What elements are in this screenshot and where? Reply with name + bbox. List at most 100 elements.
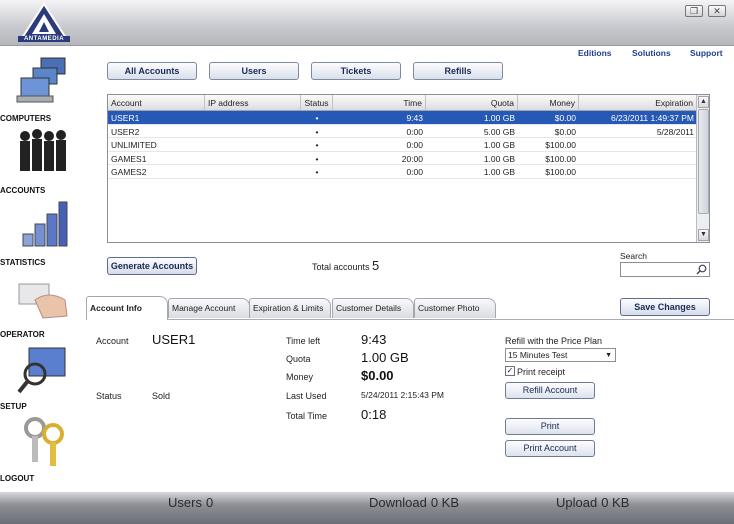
scroll-down-icon[interactable]: ▼ (698, 229, 709, 241)
money-label: Money (286, 372, 314, 382)
cell-money: $100.00 (545, 140, 576, 150)
cell-money: $100.00 (545, 167, 576, 177)
column-header-ip[interactable]: IP address (205, 95, 301, 110)
sidebar-item-logout[interactable]: LOGOUT (0, 414, 86, 483)
column-header-money[interactable]: Money (518, 95, 579, 110)
computers-icon (16, 57, 66, 103)
users-button[interactable]: Users (209, 62, 299, 80)
users-status-label: Users (168, 495, 202, 510)
sidebar-item-setup[interactable]: SETUP (0, 342, 86, 411)
cell-expiration (579, 152, 697, 165)
editions-link[interactable]: Editions (578, 48, 612, 58)
table-body: USER1 • 9:43 1.00 GB $0.00 6/23/2011 1:49:37 … (108, 111, 709, 179)
table-row[interactable]: USER2 • 0:00 5.00 GB $0.00 5/28/2011 (108, 125, 709, 138)
cell-ip (205, 152, 301, 165)
cell-expiration (579, 165, 697, 178)
sidebar-label-computers: COMPUTERS (0, 114, 52, 123)
support-link[interactable]: Support (690, 48, 723, 58)
close-button[interactable]: ✕ (708, 5, 726, 17)
column-header-status[interactable]: Status (301, 95, 333, 110)
upload-status-value: 0 KB (601, 495, 630, 510)
column-header-quota[interactable]: Quota (426, 95, 518, 110)
chevron-down-icon[interactable]: ▼ (605, 350, 612, 362)
cell-quota: 5.00 GB (483, 126, 515, 137)
cell-status: • (315, 167, 319, 177)
refill-account-button[interactable]: Refill Account (505, 382, 595, 399)
print-account-button[interactable]: Print Account (505, 440, 595, 457)
price-plan-select[interactable]: 15 Minutes Test ▼ (505, 348, 616, 362)
restore-icon: ❐ (689, 6, 699, 16)
solutions-link[interactable]: Solutions (632, 48, 671, 58)
table-row[interactable]: GAMES1 • 20:00 1.00 GB $100.00 (108, 152, 709, 165)
all-accounts-button[interactable]: All Accounts (107, 62, 197, 80)
sidebar-item-accounts[interactable]: ACCOUNTS (0, 126, 86, 195)
refills-button[interactable]: Refills (413, 62, 503, 80)
status-value: Sold (152, 391, 171, 401)
table-scrollbar[interactable]: ▲ ▼ (696, 95, 709, 242)
tab-customer-photo[interactable]: Customer Photo (414, 298, 496, 318)
tickets-button[interactable]: Tickets (311, 62, 401, 80)
total-time-value: 0:18 (361, 407, 387, 422)
download-status-label: Download (369, 495, 427, 510)
sidebar-item-statistics[interactable]: STATISTICS (0, 198, 86, 267)
table-header: Account IP address Status Time Quota Mon… (108, 95, 709, 111)
column-header-expiration[interactable]: Expiration (579, 95, 697, 110)
tab-expiration-limits[interactable]: Expiration & Limits (249, 298, 331, 318)
cell-quota: 1.00 GB (483, 153, 515, 164)
status-bar: Users 0 Download 0 KB Upload 0 KB (0, 492, 734, 524)
refill-plan-label: Refill with the Price Plan (505, 336, 603, 346)
cell-account: USER2 (111, 126, 140, 137)
column-header-account[interactable]: Account (108, 95, 205, 110)
account-label: Account (96, 336, 129, 346)
cell-time: 0:00 (406, 126, 423, 137)
cell-expiration (579, 138, 697, 151)
table-row[interactable]: GAMES2 • 0:00 1.00 GB $100.00 (108, 165, 709, 179)
accounts-table[interactable]: Account IP address Status Time Quota Mon… (107, 94, 710, 243)
sidebar-item-computers[interactable]: COMPUTERS (0, 54, 86, 123)
sidebar-label-logout: LOGOUT (0, 474, 35, 483)
tab-manage-account[interactable]: Manage Account (168, 298, 250, 318)
cell-ip (205, 125, 301, 138)
print-button[interactable]: Print (505, 418, 595, 435)
time-left-label: Time left (286, 336, 321, 346)
restore-button[interactable]: ❐ (685, 5, 703, 17)
save-changes-button[interactable]: Save Changes (620, 298, 710, 316)
tab-customer-details[interactable]: Customer Details (332, 298, 414, 318)
print-receipt-label: Print receipt (517, 367, 566, 377)
cell-time: 0:00 (406, 140, 423, 150)
table-row[interactable]: UNLIMITED • 0:00 1.00 GB $100.00 (108, 138, 709, 152)
search-input[interactable] (620, 262, 710, 277)
cell-ip (205, 165, 301, 178)
scroll-thumb[interactable] (698, 109, 709, 214)
print-receipt-checkbox[interactable]: ✓ (505, 366, 515, 376)
cell-money: $0.00 (554, 126, 576, 137)
search-icon[interactable] (696, 264, 707, 275)
tab-account-info[interactable]: Account Info (86, 296, 168, 320)
logout-icon (24, 417, 64, 466)
accounts-icon (20, 129, 66, 171)
generate-accounts-button[interactable]: Generate Accounts (107, 257, 197, 275)
cell-status: • (315, 140, 319, 150)
upload-status: Upload 0 KB (556, 495, 629, 510)
quota-label: Quota (286, 354, 311, 364)
scroll-up-icon[interactable]: ▲ (698, 96, 709, 108)
close-icon: ✕ (713, 6, 721, 16)
last-used-value: 5/24/2011 2:15:43 PM (361, 390, 445, 400)
search-label: Search (620, 251, 647, 261)
sidebar: COMPUTERS ACCOUNTS STATISTICS OPERATOR S… (0, 46, 86, 492)
cell-quota: 1.00 GB (483, 113, 515, 123)
column-header-time[interactable]: Time (333, 95, 426, 110)
cell-expiration: 6/23/2011 1:49:37 PM (610, 113, 694, 123)
operator-icon (18, 283, 68, 319)
sidebar-item-operator[interactable]: OPERATOR (0, 270, 86, 339)
total-accounts-label: Total accounts (312, 262, 370, 272)
table-row[interactable]: USER1 • 9:43 1.00 GB $0.00 6/23/2011 1:49:37 … (108, 111, 709, 125)
account-value: USER1 (152, 332, 196, 347)
cell-status: • (315, 113, 319, 123)
last-used-label: Last Used (286, 391, 327, 401)
cell-account: GAMES2 (111, 167, 147, 177)
cell-money: $100.00 (545, 153, 576, 164)
sidebar-label-operator: OPERATOR (0, 330, 45, 339)
cell-ip (205, 138, 301, 151)
quota-value: 1.00 GB (361, 350, 409, 365)
